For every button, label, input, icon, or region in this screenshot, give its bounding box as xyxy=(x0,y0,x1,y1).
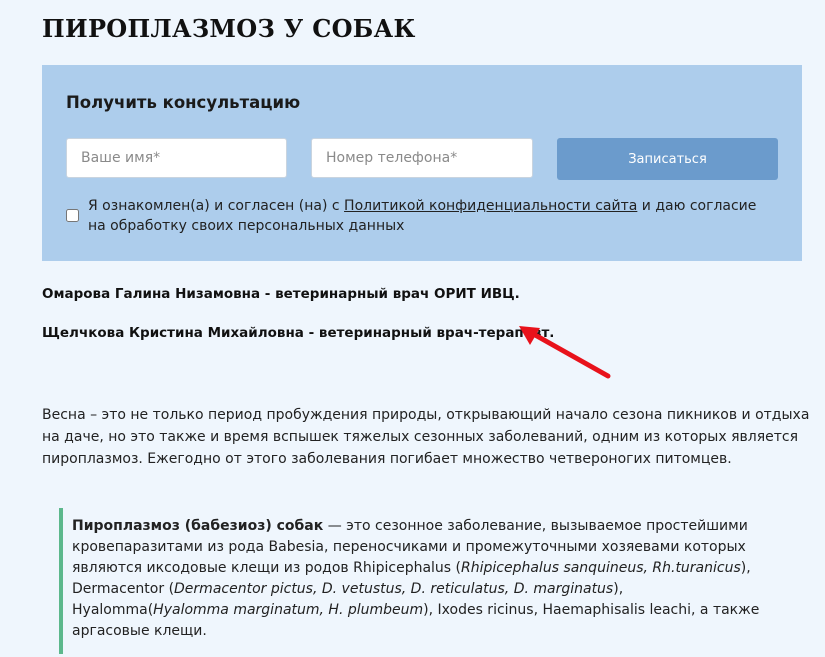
definition-latin-3: Hyalomma marginatum, H. plumbeum xyxy=(153,602,424,618)
consent-checkbox[interactable] xyxy=(66,209,79,222)
definition-paragraph: Пироплазмоз (бабезиоз) собак — это сезон… xyxy=(72,516,769,642)
definition-latin-2: Dermacentor pictus, D. vetustus, D. reti… xyxy=(174,581,614,597)
doctor-shchelchkova: Щелчкова Кристина Михайловна - ветеринар… xyxy=(42,325,555,341)
doctor-omarova: Омарова Галина Низамовна - ветеринарный … xyxy=(42,286,520,302)
page-title: ПИРОПЛАЗМОЗ У СОБАК xyxy=(42,14,416,43)
definition-quote: Пироплазмоз (бабезиоз) собак — это сезон… xyxy=(59,508,779,654)
intro-paragraph: Весна – это не только период пробуждения… xyxy=(42,407,810,467)
consent-text: Я ознакомлен(а) и согласен (на) с Полити… xyxy=(88,196,778,236)
submit-button[interactable]: Записаться xyxy=(557,138,778,180)
definition-term: Пироплазмоз (бабезиоз) собак xyxy=(72,518,324,534)
consultation-title: Получить консультацию xyxy=(66,93,301,112)
definition-latin-1: Rhipicephalus sanquineus, Rh.turanicus xyxy=(461,560,741,576)
name-input[interactable] xyxy=(66,138,287,178)
phone-input[interactable] xyxy=(311,138,533,178)
red-arrow-annotation xyxy=(519,326,611,379)
consent-text-start: Я ознакомлен(а) и согласен (на) с xyxy=(88,198,345,214)
privacy-policy-link[interactable]: Политикой конфиденциальности сайта xyxy=(344,198,637,214)
consultation-form: Получить консультацию Записаться Я ознак… xyxy=(42,65,802,261)
